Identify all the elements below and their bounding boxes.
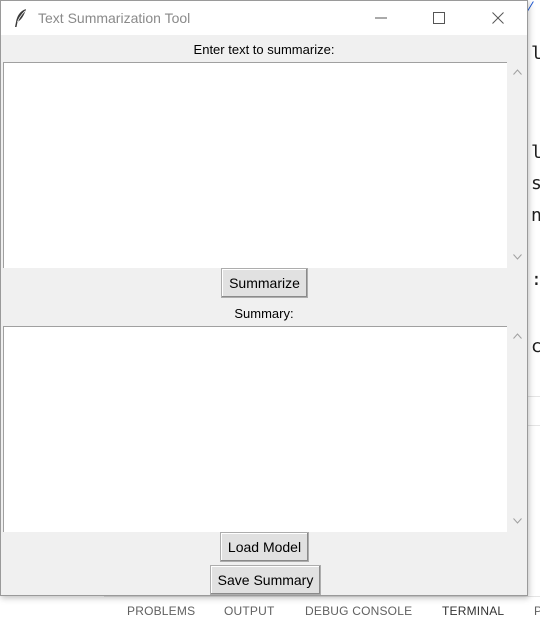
- maximize-button[interactable]: [416, 1, 462, 35]
- window-title: Text Summarization Tool: [38, 10, 191, 26]
- app-window: Text Summarization Tool Enter text to su…: [0, 0, 528, 596]
- editor-link-fragment: ⁄: [529, 0, 532, 16]
- code-line: su: [531, 173, 540, 194]
- summarize-button[interactable]: Summarize: [221, 268, 308, 298]
- summary-label: Summary:: [234, 306, 294, 321]
- scroll-down-icon[interactable]: [513, 518, 522, 524]
- summary-scrollbar[interactable]: [508, 326, 527, 532]
- summary-text-area[interactable]: [3, 326, 507, 532]
- code-line: li: [531, 43, 540, 64]
- maximize-icon: [433, 12, 445, 24]
- panel-tab-bar: PROBLEMS OUTPUT DEBUG CONSOLE TERMINAL P: [104, 596, 540, 618]
- close-button[interactable]: [475, 1, 521, 35]
- minimize-icon: [375, 17, 387, 19]
- minimize-button[interactable]: [358, 1, 404, 35]
- editor-divider: [528, 425, 540, 426]
- scroll-down-icon[interactable]: [513, 254, 522, 260]
- input-text-area[interactable]: [3, 62, 507, 268]
- feather-icon: [14, 8, 28, 28]
- editor-divider: [528, 396, 540, 397]
- code-line: :: [531, 270, 540, 290]
- scroll-up-icon[interactable]: [513, 333, 522, 339]
- input-label: Enter text to summarize:: [193, 42, 335, 57]
- close-icon: [492, 12, 504, 24]
- load-model-button[interactable]: Load Model: [220, 532, 309, 562]
- input-scrollbar[interactable]: [508, 62, 527, 268]
- code-line: nc: [531, 205, 540, 226]
- code-line: co: [531, 336, 540, 357]
- scroll-up-icon[interactable]: [513, 69, 522, 75]
- save-summary-button[interactable]: Save Summary: [210, 565, 321, 595]
- title-bar[interactable]: Text Summarization Tool: [1, 1, 527, 35]
- code-line: le: [531, 142, 540, 163]
